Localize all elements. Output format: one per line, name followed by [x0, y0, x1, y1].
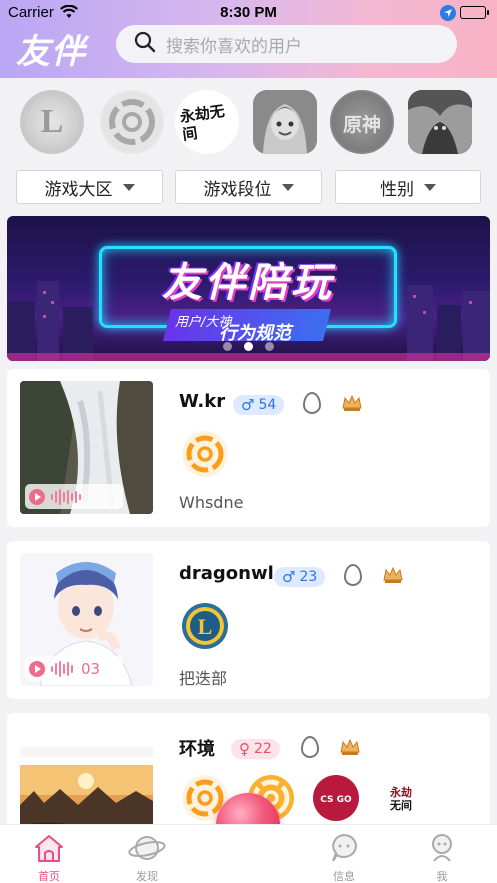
- egg-icon: [301, 736, 319, 758]
- waveform-icon: [51, 488, 81, 505]
- page-dot[interactable]: [265, 342, 274, 351]
- battery-icon: [460, 6, 489, 19]
- gender-dropdown[interactable]: 性别: [335, 170, 481, 204]
- promo-banner[interactable]: 友伴陪玩 用户/大神 行为规范: [7, 216, 490, 361]
- age-value: 23: [299, 569, 318, 585]
- egg-icon: [303, 392, 321, 414]
- game-label: 原神: [342, 114, 381, 136]
- game-label: 永劫无间: [178, 101, 226, 144]
- league-of-legends-icon[interactable]: L: [20, 90, 84, 154]
- naraka-bladepoint-icon: 永劫 无间: [377, 774, 425, 822]
- game-label: L: [40, 103, 64, 140]
- user-bio: 把迭部: [179, 669, 228, 688]
- arena-of-valor-icon[interactable]: [253, 90, 317, 154]
- league-of-legends-icon: L: [181, 602, 229, 650]
- user-photo[interactable]: [20, 381, 153, 514]
- user-name: 环境: [179, 739, 215, 760]
- caret-down-icon: [122, 183, 135, 191]
- bottom-tab-bar: 首页 发现 信息 我: [0, 824, 497, 883]
- voice-duration: 03: [81, 659, 101, 678]
- app-header: Carrier 8:30 PM 友伴 搜索你喜欢的用户: [0, 0, 497, 78]
- overwatch-icon: [181, 430, 229, 478]
- user-name: dragonwl: [179, 563, 274, 584]
- svg-text:L: L: [198, 614, 213, 639]
- rank-dropdown[interactable]: 游戏段位: [175, 170, 322, 204]
- voice-intro-player[interactable]: [25, 484, 123, 509]
- dropdown-label: 性别: [380, 179, 414, 200]
- page-dot[interactable]: [223, 342, 232, 351]
- tab-label: 发现: [136, 870, 158, 883]
- tab-profile[interactable]: 我: [412, 833, 472, 883]
- waveform-icon: [51, 660, 73, 677]
- svg-text:CS GO: CS GO: [320, 795, 352, 805]
- play-icon[interactable]: [29, 660, 45, 677]
- male-icon: ♂: [241, 396, 255, 414]
- genshin-impact-icon[interactable]: 原神: [330, 90, 394, 154]
- page-dot-active[interactable]: [244, 342, 253, 351]
- search-input[interactable]: 搜索你喜欢的用户: [116, 25, 457, 63]
- search-icon: [134, 31, 156, 57]
- user-card[interactable]: 03 dragonwl ♂ 23 L 把迭部: [7, 541, 490, 699]
- tab-messages[interactable]: 信息: [314, 833, 374, 883]
- dropdown-label: 游戏大区: [44, 179, 113, 200]
- tab-label: 我: [436, 870, 448, 883]
- crown-rank-icon: [339, 738, 361, 760]
- age-value: 22: [254, 741, 272, 757]
- dota2-icon[interactable]: [408, 90, 472, 154]
- tab-discover[interactable]: 发现: [117, 833, 177, 883]
- home-icon: [33, 835, 65, 866]
- planet-icon: [128, 836, 166, 866]
- user-photo[interactable]: 03: [20, 553, 153, 686]
- tab-label: 首页: [38, 870, 60, 883]
- male-icon: ♂: [282, 568, 296, 586]
- search-placeholder: 搜索你喜欢的用户: [166, 36, 302, 57]
- banner-title: 友伴陪玩: [162, 260, 334, 306]
- dropdown-label: 游戏段位: [203, 179, 272, 200]
- user-card[interactable]: W.kr ♂ 54 Whsdne: [7, 369, 490, 527]
- egg-icon: [344, 564, 362, 586]
- gender-age-badge: ♂ 23: [274, 567, 326, 587]
- user-bio: Whsdne: [179, 493, 244, 512]
- status-bar: Carrier 8:30 PM: [0, 0, 497, 26]
- clock: 8:30 PM: [220, 4, 277, 21]
- csgo-icon: CS GO: [312, 774, 360, 822]
- caret-down-icon: [424, 183, 436, 191]
- play-icon[interactable]: [29, 488, 45, 505]
- chat-bubble-icon: [328, 833, 360, 866]
- app-brand-logo: 友伴: [16, 32, 86, 72]
- location-icon: [440, 5, 456, 21]
- overwatch-icon[interactable]: [100, 90, 164, 154]
- crown-rank-icon: [382, 566, 404, 588]
- game-filter-row: L 永劫无间 原神: [0, 90, 497, 156]
- caret-down-icon: [281, 183, 294, 191]
- tab-label: 信息: [333, 870, 355, 883]
- gender-age-badge: ♀ 22: [231, 739, 280, 759]
- banner-page-indicator: [7, 342, 490, 351]
- crown-rank-icon: [341, 394, 363, 416]
- naraka-bladepoint-icon[interactable]: 永劫无间: [175, 90, 239, 154]
- filter-bar: 游戏大区 游戏段位 性别: [0, 170, 497, 204]
- female-icon: ♀: [239, 740, 250, 758]
- user-name: W.kr: [179, 391, 226, 412]
- svg-text:永劫: 永劫: [389, 785, 412, 799]
- svg-text:无间: 无间: [389, 799, 412, 812]
- profile-icon: [426, 834, 458, 866]
- age-value: 54: [258, 397, 277, 413]
- voice-intro-player[interactable]: 03: [25, 656, 123, 681]
- region-dropdown[interactable]: 游戏大区: [16, 170, 163, 204]
- gender-age-badge: ♂ 54: [233, 395, 285, 415]
- tab-home[interactable]: 首页: [19, 833, 79, 883]
